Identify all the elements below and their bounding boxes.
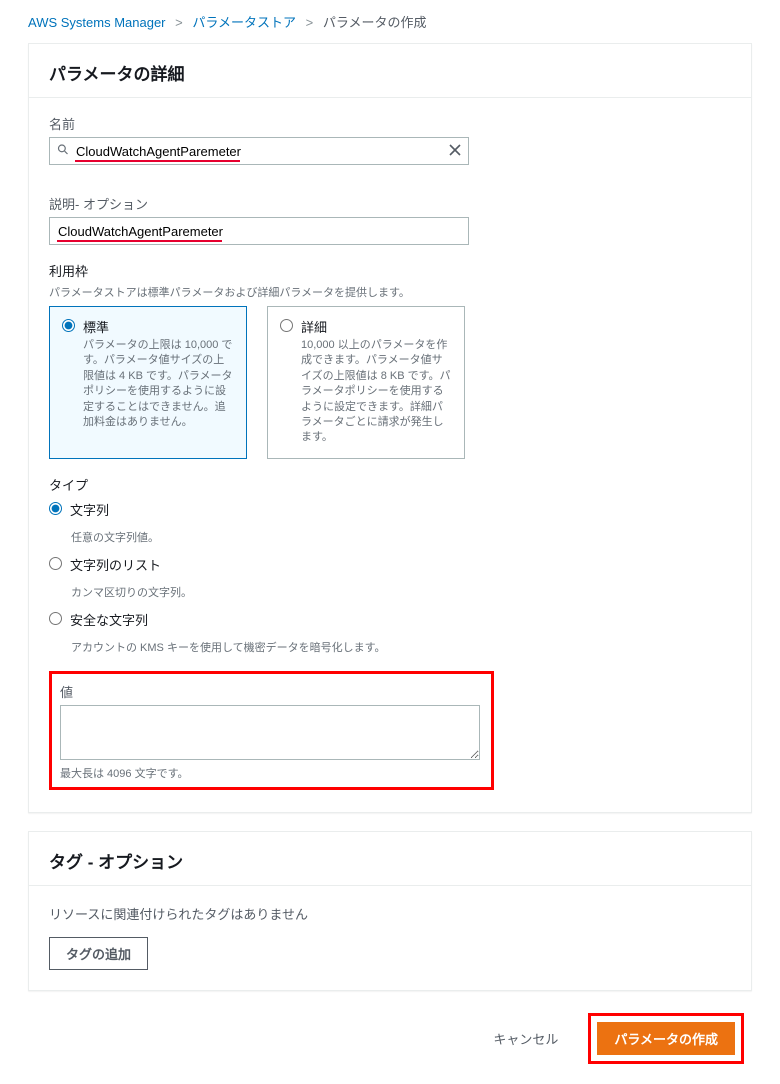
name-input[interactable] — [49, 137, 469, 165]
tier-advanced-desc: 10,000 以上のパラメータを作成できます。パラメータ値サイズの上限値は 8 … — [301, 338, 452, 446]
tier-hint: パラメータストアは標準パラメータおよび詳細パラメータを提供します。 — [49, 284, 731, 300]
panel-header: パラメータの詳細 — [29, 44, 751, 98]
value-textarea[interactable] — [60, 705, 480, 760]
tier-standard-desc: パラメータの上限は 10,000 です。パラメータ値サイズの上限値は 4 KB … — [83, 338, 234, 430]
parameter-details-panel: パラメータの詳細 名前 CloudWatchAgentParemeter 説明-… — [28, 43, 752, 813]
footer: キャンセル パラメータの作成 — [0, 1009, 780, 1084]
type-secure-radio[interactable] — [49, 612, 62, 625]
type-secure-desc: アカウントの KMS キーを使用して機密データを暗号化します。 — [71, 639, 731, 655]
type-label: タイプ — [49, 475, 731, 494]
breadcrumb-root[interactable]: AWS Systems Manager — [28, 15, 166, 30]
cancel-button[interactable]: キャンセル — [477, 1023, 574, 1054]
value-highlight: 値 最大長は 4096 文字です。 — [49, 671, 494, 790]
type-secure-item[interactable]: 安全な文字列 — [49, 610, 731, 629]
type-string-desc: 任意の文字列値。 — [71, 529, 731, 545]
submit-highlight: パラメータの作成 — [588, 1013, 744, 1064]
type-list-radio[interactable] — [49, 557, 62, 570]
value-hint: 最大長は 4096 文字です。 — [60, 765, 483, 781]
breadcrumb-store[interactable]: パラメータストア — [192, 15, 296, 30]
type-string-label: 文字列 — [70, 500, 109, 519]
add-tag-button[interactable]: タグの追加 — [49, 937, 148, 970]
tags-panel: タグ - オプション リソースに関連付けられたタグはありません タグの追加 — [28, 831, 752, 991]
breadcrumb-sep: > — [175, 15, 183, 30]
clear-icon[interactable] — [449, 143, 461, 159]
type-string-radio[interactable] — [49, 502, 62, 515]
breadcrumb-current: パラメータの作成 — [323, 15, 427, 30]
tier-label: 利用枠 — [49, 261, 731, 280]
value-label: 値 — [60, 682, 483, 701]
name-label: 名前 — [49, 114, 731, 133]
desc-field: 説明- オプション — [49, 194, 731, 245]
type-list-label: 文字列のリスト — [70, 555, 161, 574]
tags-header: タグ - オプション — [29, 832, 751, 886]
type-string-item[interactable]: 文字列 — [49, 500, 731, 519]
breadcrumb: AWS Systems Manager > パラメータストア > パラメータの作… — [0, 0, 780, 43]
create-parameter-button[interactable]: パラメータの作成 — [597, 1022, 735, 1055]
page-title: パラメータの詳細 — [49, 60, 731, 85]
tier-advanced-title: 詳細 — [301, 317, 452, 336]
tier-advanced-tile[interactable]: 詳細 10,000 以上のパラメータを作成できます。パラメータ値サイズの上限値は… — [267, 306, 465, 459]
name-field: 名前 CloudWatchAgentParemeter — [49, 114, 731, 178]
type-field: タイプ 文字列 任意の文字列値。 文字列のリスト カンマ区切りの文字列。 — [49, 475, 731, 655]
tier-standard-tile[interactable]: 標準 パラメータの上限は 10,000 です。パラメータ値サイズの上限値は 4 … — [49, 306, 247, 459]
breadcrumb-sep: > — [306, 15, 314, 30]
desc-input[interactable] — [49, 217, 469, 245]
tier-field: 利用枠 パラメータストアは標準パラメータおよび詳細パラメータを提供します。 標準… — [49, 261, 731, 459]
desc-label: 説明- オプション — [49, 194, 731, 213]
tier-standard-radio[interactable] — [62, 319, 75, 332]
type-list-item[interactable]: 文字列のリスト — [49, 555, 731, 574]
type-secure-label: 安全な文字列 — [70, 610, 148, 629]
tier-advanced-radio[interactable] — [280, 319, 293, 332]
type-list-desc: カンマ区切りの文字列。 — [71, 584, 731, 600]
tier-standard-title: 標準 — [83, 317, 234, 336]
tags-title: タグ - オプション — [49, 848, 731, 873]
tags-empty-text: リソースに関連付けられたタグはありません — [49, 904, 731, 923]
